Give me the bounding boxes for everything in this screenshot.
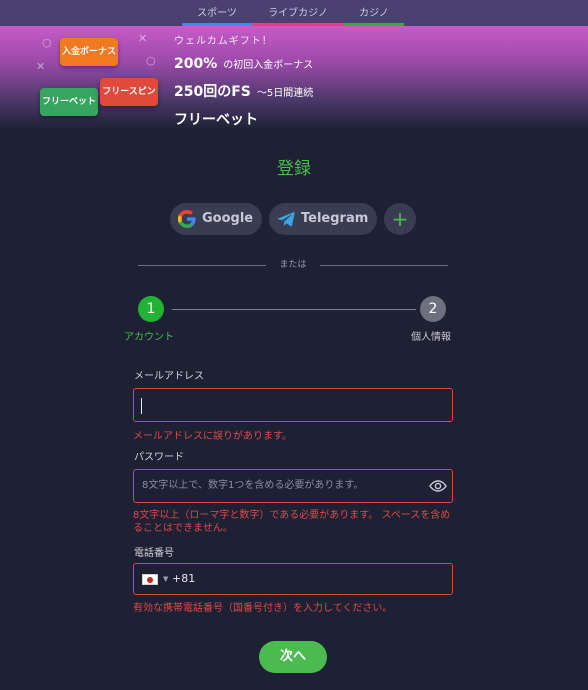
step-2-label: 個人情報	[411, 332, 451, 343]
freespin-tile: フリースピン	[100, 78, 158, 106]
circle-icon: ○	[42, 36, 52, 49]
step-1-label: アカウント	[124, 332, 174, 343]
promo-freespins-text: 〜5日間連続	[256, 88, 314, 99]
promo-freebet: フリーベット	[174, 112, 258, 128]
more-signin-options-button[interactable]: +	[384, 203, 416, 235]
step-connector	[172, 309, 416, 310]
tab-sports[interactable]: スポーツ	[182, 0, 252, 26]
promo-deposit-text: の初回入金ボーナス	[223, 60, 314, 71]
promo-welcome: ウェルカムギフト！	[174, 36, 273, 47]
show-password-icon[interactable]	[429, 478, 447, 494]
circle-icon: ○	[146, 54, 156, 67]
flag-sun	[147, 577, 153, 583]
google-icon	[178, 210, 196, 228]
sparkle-icon: ✕	[36, 60, 46, 73]
tab-sports-label: スポーツ	[197, 8, 237, 19]
telegram-icon	[277, 212, 295, 227]
phone-error: 有効な携帯電話番号（国番号付き）を入力してください。	[133, 603, 393, 614]
phone-label: 電話番号	[134, 548, 174, 559]
email-error: メールアドレスに誤りがあります。	[133, 431, 292, 442]
phone-field[interactable]: ▼ +81	[133, 563, 453, 595]
page-title: 登録	[277, 159, 311, 179]
deposit-bonus-tile: 入金ボーナス	[60, 38, 118, 66]
tab-live-casino[interactable]: ライブカジノ	[252, 0, 344, 26]
password-field[interactable]: 8文字以上で、数字1つを含める必要があります。	[133, 469, 453, 503]
promo-deposit-percent: 200%	[174, 56, 218, 72]
japan-flag-icon[interactable]	[142, 574, 158, 585]
promo-freespins: 250回のFS	[174, 84, 251, 100]
email-label: メールアドレス	[134, 371, 204, 382]
welcome-banner: ✕ ○ ✕ ○ 入金ボーナス フリーベット フリースピン ウェルカムギフト！ 2…	[0, 26, 588, 130]
telegram-label: Telegram	[301, 211, 369, 226]
step-2-indicator: 2	[420, 296, 446, 322]
next-button[interactable]: 次へ	[259, 641, 327, 673]
promo-artwork: ✕ ○ ✕ ○ 入金ボーナス フリーベット フリースピン	[34, 30, 164, 122]
email-field[interactable]	[133, 388, 453, 422]
dial-code: +81	[172, 572, 196, 585]
password-label: パスワード	[134, 452, 184, 463]
divider-line-right	[320, 265, 448, 266]
step-1-indicator: 1	[138, 296, 164, 322]
tab-live-casino-label: ライブカジノ	[268, 8, 328, 19]
tab-casino-label: カジノ	[359, 8, 389, 19]
freebet-tile: フリーベット	[40, 88, 98, 116]
registration-stepper: 1 2 アカウント 個人情報	[120, 296, 470, 346]
or-divider: または	[138, 258, 448, 272]
google-label: Google	[202, 211, 254, 226]
password-placeholder: 8文字以上で、数字1つを含める必要があります。	[142, 480, 364, 491]
text-cursor	[141, 398, 142, 414]
sparkle-icon: ✕	[138, 32, 148, 45]
promo-text: ウェルカムギフト！ 200% の初回入金ボーナス 250回のFS 〜5日間連続 フリ…	[174, 32, 313, 129]
telegram-signin-button[interactable]: Telegram	[269, 203, 377, 235]
chevron-down-icon[interactable]: ▼	[163, 575, 168, 583]
google-signin-button[interactable]: Google	[170, 203, 262, 235]
tab-casino[interactable]: カジノ	[344, 0, 404, 26]
top-navigation: スポーツ ライブカジノ カジノ	[0, 0, 588, 26]
password-error: 8文字以上（ローマ字と数字）である必要があります。 スペースを含めることはできま…	[133, 510, 451, 534]
